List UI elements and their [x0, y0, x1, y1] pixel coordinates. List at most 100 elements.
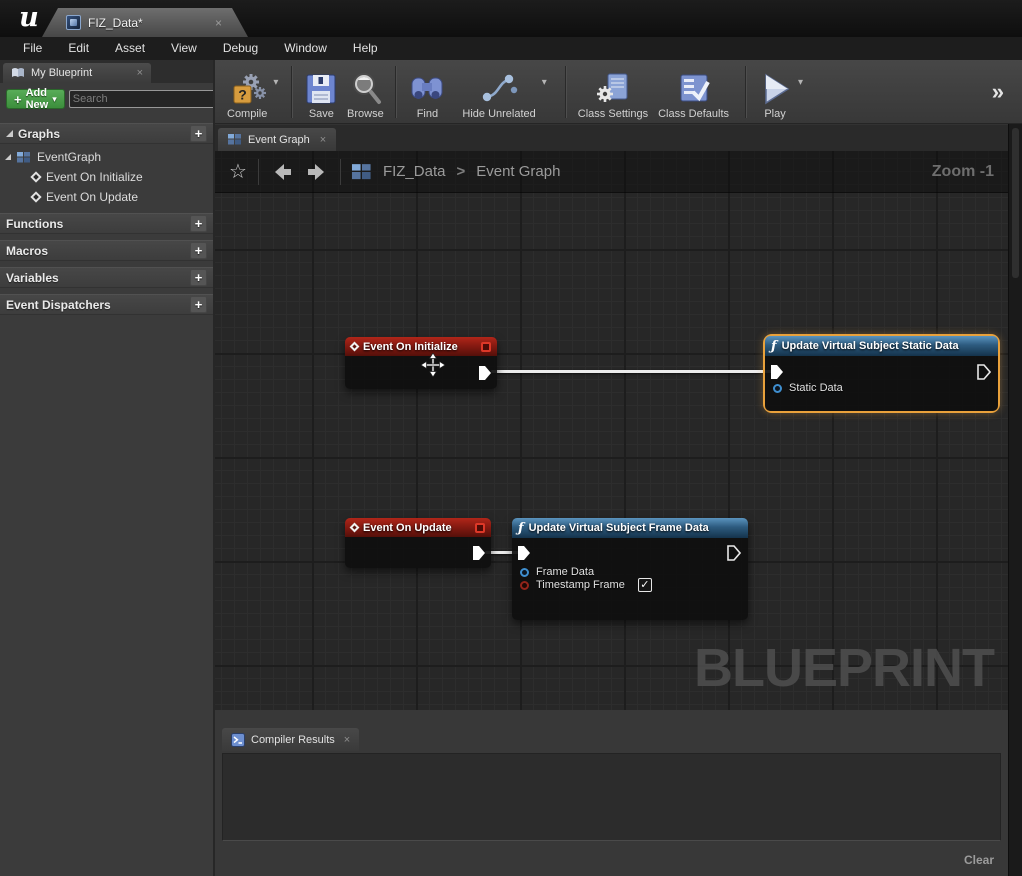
- compiler-output-box: [222, 753, 1001, 841]
- asset-tab-fiz-data[interactable]: FIZ_Data* ×: [42, 8, 248, 37]
- add-function-button[interactable]: +: [190, 215, 207, 232]
- expand-arrow-icon[interactable]: [5, 154, 11, 160]
- timestamp-frame-checkbox[interactable]: ✓: [638, 578, 652, 592]
- node-event-on-update[interactable]: Event On Update: [345, 518, 491, 568]
- search-input[interactable]: [73, 93, 215, 105]
- sidebar-tab-row: My Blueprint ×: [0, 60, 213, 83]
- compile-label: Compile: [227, 108, 267, 120]
- add-variable-button[interactable]: +: [190, 269, 207, 286]
- tree-item-eventgraph[interactable]: EventGraph: [0, 147, 213, 167]
- node-title: Update Virtual Subject Static Data: [782, 340, 959, 352]
- tab-event-graph[interactable]: Event Graph ×: [218, 128, 336, 151]
- breadcrumb-current[interactable]: Event Graph: [476, 163, 560, 180]
- menu-view[interactable]: View: [158, 37, 210, 60]
- graphs-tree: EventGraph Event On Initialize Event On …: [0, 144, 213, 207]
- menu-asset[interactable]: Asset: [102, 37, 158, 60]
- menu-edit[interactable]: Edit: [55, 37, 102, 60]
- event-diamond-icon: [350, 523, 360, 533]
- chevron-down-icon[interactable]: ▾: [273, 77, 278, 88]
- sidebar-controls: + Add New ▾ ▾: [0, 83, 213, 115]
- chevron-down-icon[interactable]: ▾: [798, 77, 803, 88]
- save-label: Save: [309, 108, 334, 120]
- play-button[interactable]: Play: [758, 64, 792, 120]
- toolbar-overflow-button[interactable]: »: [992, 79, 1012, 105]
- blueprint-watermark: BLUEPRINT: [694, 637, 994, 699]
- add-event-dispatcher-button[interactable]: +: [190, 296, 207, 313]
- data-pin-static-data[interactable]: [773, 384, 782, 393]
- tab-compiler-results[interactable]: Compiler Results ×: [222, 728, 359, 751]
- tab-my-blueprint[interactable]: My Blueprint ×: [3, 63, 151, 83]
- section-functions-label: Functions: [6, 217, 63, 231]
- favorite-star-icon[interactable]: ☆: [229, 162, 247, 182]
- node-header: Event On Update: [345, 518, 491, 537]
- section-macros[interactable]: Macros +: [0, 240, 213, 261]
- section-variables-label: Variables: [6, 271, 59, 285]
- event-diamond-icon: [30, 191, 41, 202]
- class-settings-button[interactable]: Class Settings: [578, 64, 648, 120]
- exec-input-pin[interactable]: [770, 364, 784, 380]
- asset-tab-label: FIZ_Data*: [88, 16, 143, 30]
- console-icon: [231, 733, 245, 747]
- browse-button[interactable]: Browse: [346, 64, 384, 120]
- section-graphs-label: Graphs: [18, 127, 60, 141]
- data-pin-frame-data[interactable]: [520, 568, 529, 577]
- close-icon[interactable]: ×: [320, 134, 326, 146]
- search-box[interactable]: [69, 90, 231, 108]
- add-new-button[interactable]: + Add New ▾: [6, 89, 65, 109]
- class-defaults-label: Class Defaults: [658, 108, 729, 120]
- graph-canvas[interactable]: ☆ FIZ_Data > Event Graph Zoom -1 Event O…: [215, 151, 1008, 710]
- blueprint-toolbar: ? Compile ▾ Save: [215, 60, 1022, 124]
- graph-header-bar: ☆ FIZ_Data > Event Graph Zoom -1: [215, 151, 1008, 193]
- hide-unrelated-button[interactable]: Hide Unrelated: [462, 64, 535, 120]
- menu-file[interactable]: File: [10, 37, 55, 60]
- sidebar-tab-label: My Blueprint: [31, 67, 92, 79]
- exec-output-pin[interactable]: [478, 365, 492, 381]
- play-icon: [758, 71, 792, 107]
- forward-arrow-icon[interactable]: [305, 162, 329, 182]
- menu-window[interactable]: Window: [271, 37, 340, 60]
- add-graph-button[interactable]: +: [190, 125, 207, 142]
- chevron-down-icon[interactable]: ▾: [542, 77, 547, 88]
- close-icon[interactable]: ×: [215, 16, 222, 30]
- node-body: Frame Data Timestamp Frame ✓: [512, 538, 748, 620]
- back-arrow-icon[interactable]: [270, 162, 294, 182]
- vertical-scrollbar[interactable]: [1008, 124, 1022, 876]
- save-button[interactable]: Save: [304, 64, 338, 120]
- tree-item-event-on-update[interactable]: Event On Update: [0, 187, 213, 207]
- node-update-virtual-subject-frame-data[interactable]: ƒ Update Virtual Subject Frame Data Fram…: [512, 518, 748, 620]
- exec-output-pin[interactable]: [472, 545, 486, 561]
- section-event-dispatchers[interactable]: Event Dispatchers +: [0, 294, 213, 315]
- exec-input-pin[interactable]: [517, 545, 531, 561]
- section-functions[interactable]: Functions +: [0, 213, 213, 234]
- move-cursor-icon: [421, 353, 445, 377]
- add-macro-button[interactable]: +: [190, 242, 207, 259]
- menu-help[interactable]: Help: [340, 37, 391, 60]
- delegate-pin[interactable]: [481, 342, 491, 352]
- exec-output-pin[interactable]: [977, 364, 991, 380]
- clear-button[interactable]: Clear: [964, 853, 994, 867]
- plus-icon: +: [14, 93, 22, 106]
- node-update-virtual-subject-static-data[interactable]: ƒ Update Virtual Subject Static Data Sta…: [765, 336, 998, 411]
- menu-debug[interactable]: Debug: [210, 37, 271, 60]
- find-button[interactable]: Find: [408, 64, 446, 120]
- exec-output-pin[interactable]: [727, 545, 741, 561]
- event-graph-icon: [17, 152, 31, 163]
- function-icon: ƒ: [771, 340, 777, 353]
- data-pin-timestamp-frame[interactable]: [520, 581, 529, 590]
- expand-arrow-icon[interactable]: [6, 130, 13, 137]
- breadcrumb-root[interactable]: FIZ_Data: [383, 163, 446, 180]
- tree-item-event-on-initialize[interactable]: Event On Initialize: [0, 167, 213, 187]
- exec-wire-initialize-to-static[interactable]: [491, 370, 774, 373]
- close-icon[interactable]: ×: [344, 734, 350, 746]
- close-icon[interactable]: ×: [137, 67, 143, 79]
- compile-button[interactable]: ? Compile: [227, 64, 267, 120]
- section-macros-label: Macros: [6, 244, 48, 258]
- class-defaults-button[interactable]: Class Defaults: [658, 64, 729, 120]
- unreal-engine-logo: u: [12, 2, 46, 34]
- scrollbar-thumb[interactable]: [1012, 128, 1019, 278]
- section-variables[interactable]: Variables +: [0, 267, 213, 288]
- divider: [258, 159, 259, 185]
- delegate-pin[interactable]: [475, 523, 485, 533]
- section-graphs[interactable]: Graphs +: [0, 123, 213, 144]
- find-label: Find: [417, 108, 438, 120]
